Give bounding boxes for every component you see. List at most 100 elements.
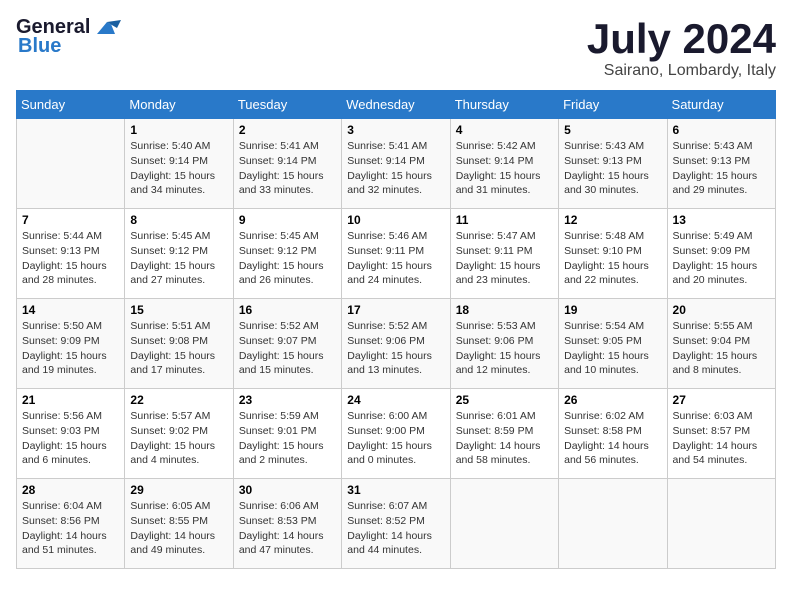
calendar-cell	[559, 479, 667, 569]
calendar-week-row: 14 Sunrise: 5:50 AM Sunset: 9:09 PM Dayli…	[17, 299, 776, 389]
weekday-header: Thursday	[450, 91, 558, 119]
day-info: Sunrise: 6:01 AM Sunset: 8:59 PM Dayligh…	[456, 409, 553, 468]
calendar-cell	[17, 119, 125, 209]
day-number: 16	[239, 303, 336, 317]
day-info: Sunrise: 5:52 AM Sunset: 9:06 PM Dayligh…	[347, 319, 444, 378]
day-info: Sunrise: 6:04 AM Sunset: 8:56 PM Dayligh…	[22, 499, 119, 558]
day-number: 13	[673, 213, 770, 227]
day-number: 27	[673, 393, 770, 407]
calendar-table: SundayMondayTuesdayWednesdayThursdayFrid…	[16, 90, 776, 569]
day-info: Sunrise: 5:46 AM Sunset: 9:11 PM Dayligh…	[347, 229, 444, 288]
calendar-cell: 9 Sunrise: 5:45 AM Sunset: 9:12 PM Daylig…	[233, 209, 341, 299]
day-number: 9	[239, 213, 336, 227]
day-info: Sunrise: 5:44 AM Sunset: 9:13 PM Dayligh…	[22, 229, 119, 288]
calendar-cell: 7 Sunrise: 5:44 AM Sunset: 9:13 PM Daylig…	[17, 209, 125, 299]
calendar-cell: 20Sunrise: 5:55 AM Sunset: 9:04 PM Dayli…	[667, 299, 775, 389]
day-info: Sunrise: 5:42 AM Sunset: 9:14 PM Dayligh…	[456, 139, 553, 198]
day-info: Sunrise: 5:51 AM Sunset: 9:08 PM Dayligh…	[130, 319, 227, 378]
weekday-header: Saturday	[667, 91, 775, 119]
day-number: 8	[130, 213, 227, 227]
day-number: 30	[239, 483, 336, 497]
logo-bird-icon	[93, 18, 121, 38]
day-info: Sunrise: 5:41 AM Sunset: 9:14 PM Dayligh…	[239, 139, 336, 198]
day-number: 3	[347, 123, 444, 137]
calendar-cell	[450, 479, 558, 569]
day-info: Sunrise: 5:47 AM Sunset: 9:11 PM Dayligh…	[456, 229, 553, 288]
calendar-cell: 8 Sunrise: 5:45 AM Sunset: 9:12 PM Daylig…	[125, 209, 233, 299]
month-title: July 2024	[587, 16, 776, 62]
calendar-cell: 1Sunrise: 5:40 AM Sunset: 9:14 PM Daylig…	[125, 119, 233, 209]
calendar-cell: 18 Sunrise: 5:53 AM Sunset: 9:06 PM Dayli…	[450, 299, 558, 389]
day-number: 21	[22, 393, 119, 407]
page-header: General Blue July 2024 Sairano, Lombardy…	[16, 16, 776, 80]
calendar-cell: 10 Sunrise: 5:46 AM Sunset: 9:11 PM Dayli…	[342, 209, 450, 299]
day-info: Sunrise: 5:49 AM Sunset: 9:09 PM Dayligh…	[673, 229, 770, 288]
calendar-cell: 24 Sunrise: 6:00 AM Sunset: 9:00 PM Dayli…	[342, 389, 450, 479]
day-info: Sunrise: 5:45 AM Sunset: 9:12 PM Dayligh…	[239, 229, 336, 288]
calendar-cell: 30 Sunrise: 6:06 AM Sunset: 8:53 PM Dayli…	[233, 479, 341, 569]
day-info: Sunrise: 6:06 AM Sunset: 8:53 PM Dayligh…	[239, 499, 336, 558]
calendar-cell: 14 Sunrise: 5:50 AM Sunset: 9:09 PM Dayli…	[17, 299, 125, 389]
day-number: 17	[347, 303, 444, 317]
day-number: 22	[130, 393, 227, 407]
weekday-header-row: SundayMondayTuesdayWednesdayThursdayFrid…	[17, 91, 776, 119]
calendar-week-row: 7 Sunrise: 5:44 AM Sunset: 9:13 PM Daylig…	[17, 209, 776, 299]
day-number: 12	[564, 213, 661, 227]
day-number: 19	[564, 303, 661, 317]
calendar-cell	[667, 479, 775, 569]
weekday-header: Sunday	[17, 91, 125, 119]
calendar-cell: 21Sunrise: 5:56 AM Sunset: 9:03 PM Dayli…	[17, 389, 125, 479]
calendar-cell: 12 Sunrise: 5:48 AM Sunset: 9:10 PM Dayli…	[559, 209, 667, 299]
day-number: 6	[673, 123, 770, 137]
day-info: Sunrise: 5:53 AM Sunset: 9:06 PM Dayligh…	[456, 319, 553, 378]
title-block: July 2024 Sairano, Lombardy, Italy	[587, 16, 776, 80]
day-info: Sunrise: 5:43 AM Sunset: 9:13 PM Dayligh…	[564, 139, 661, 198]
day-info: Sunrise: 5:43 AM Sunset: 9:13 PM Dayligh…	[673, 139, 770, 198]
calendar-cell: 27 Sunrise: 6:03 AM Sunset: 8:57 PM Dayli…	[667, 389, 775, 479]
calendar-cell: 31Sunrise: 6:07 AM Sunset: 8:52 PM Dayli…	[342, 479, 450, 569]
day-number: 24	[347, 393, 444, 407]
day-number: 14	[22, 303, 119, 317]
calendar-cell: 28Sunrise: 6:04 AM Sunset: 8:56 PM Dayli…	[17, 479, 125, 569]
day-number: 5	[564, 123, 661, 137]
calendar-cell: 5 Sunrise: 5:43 AM Sunset: 9:13 PM Daylig…	[559, 119, 667, 209]
day-number: 29	[130, 483, 227, 497]
calendar-cell: 25Sunrise: 6:01 AM Sunset: 8:59 PM Dayli…	[450, 389, 558, 479]
calendar-cell: 11 Sunrise: 5:47 AM Sunset: 9:11 PM Dayli…	[450, 209, 558, 299]
calendar-week-row: 28Sunrise: 6:04 AM Sunset: 8:56 PM Dayli…	[17, 479, 776, 569]
calendar-cell: 13 Sunrise: 5:49 AM Sunset: 9:09 PM Dayli…	[667, 209, 775, 299]
calendar-cell: 29Sunrise: 6:05 AM Sunset: 8:55 PM Dayli…	[125, 479, 233, 569]
weekday-header: Tuesday	[233, 91, 341, 119]
day-info: Sunrise: 5:45 AM Sunset: 9:12 PM Dayligh…	[130, 229, 227, 288]
day-number: 10	[347, 213, 444, 227]
day-info: Sunrise: 5:40 AM Sunset: 9:14 PM Dayligh…	[130, 139, 227, 198]
day-number: 18	[456, 303, 553, 317]
calendar-cell: 15 Sunrise: 5:51 AM Sunset: 9:08 PM Dayli…	[125, 299, 233, 389]
calendar-cell: 19 Sunrise: 5:54 AM Sunset: 9:05 PM Dayli…	[559, 299, 667, 389]
calendar-cell: 2Sunrise: 5:41 AM Sunset: 9:14 PM Daylig…	[233, 119, 341, 209]
day-number: 31	[347, 483, 444, 497]
weekday-header: Monday	[125, 91, 233, 119]
day-info: Sunrise: 6:03 AM Sunset: 8:57 PM Dayligh…	[673, 409, 770, 468]
day-info: Sunrise: 5:54 AM Sunset: 9:05 PM Dayligh…	[564, 319, 661, 378]
logo: General Blue	[16, 16, 121, 58]
calendar-cell: 26Sunrise: 6:02 AM Sunset: 8:58 PM Dayli…	[559, 389, 667, 479]
calendar-cell: 17 Sunrise: 5:52 AM Sunset: 9:06 PM Dayli…	[342, 299, 450, 389]
calendar-cell: 6 Sunrise: 5:43 AM Sunset: 9:13 PM Daylig…	[667, 119, 775, 209]
calendar-cell: 16 Sunrise: 5:52 AM Sunset: 9:07 PM Dayli…	[233, 299, 341, 389]
day-info: Sunrise: 5:48 AM Sunset: 9:10 PM Dayligh…	[564, 229, 661, 288]
day-number: 23	[239, 393, 336, 407]
day-number: 11	[456, 213, 553, 227]
calendar-cell: 23 Sunrise: 5:59 AM Sunset: 9:01 PM Dayli…	[233, 389, 341, 479]
day-info: Sunrise: 5:50 AM Sunset: 9:09 PM Dayligh…	[22, 319, 119, 378]
day-info: Sunrise: 6:00 AM Sunset: 9:00 PM Dayligh…	[347, 409, 444, 468]
weekday-header: Friday	[559, 91, 667, 119]
calendar-week-row: 1Sunrise: 5:40 AM Sunset: 9:14 PM Daylig…	[17, 119, 776, 209]
day-info: Sunrise: 5:59 AM Sunset: 9:01 PM Dayligh…	[239, 409, 336, 468]
day-info: Sunrise: 5:52 AM Sunset: 9:07 PM Dayligh…	[239, 319, 336, 378]
day-number: 15	[130, 303, 227, 317]
day-number: 7	[22, 213, 119, 227]
calendar-cell: 3 Sunrise: 5:41 AM Sunset: 9:14 PM Daylig…	[342, 119, 450, 209]
day-info: Sunrise: 5:57 AM Sunset: 9:02 PM Dayligh…	[130, 409, 227, 468]
day-info: Sunrise: 5:41 AM Sunset: 9:14 PM Dayligh…	[347, 139, 444, 198]
